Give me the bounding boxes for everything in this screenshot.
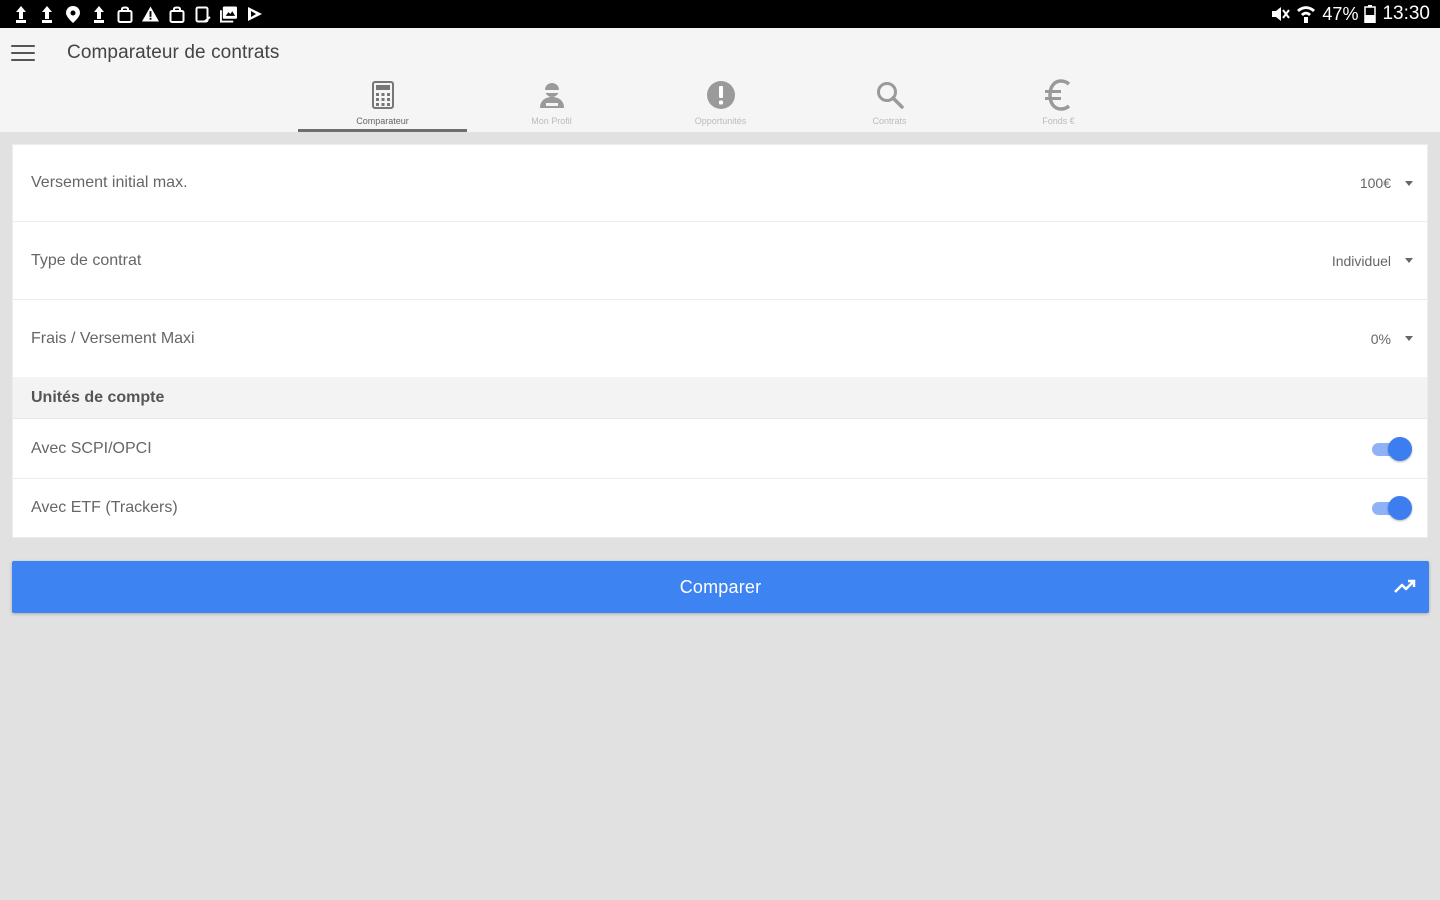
upload-icon: [90, 5, 107, 23]
compare-button-label: Comparer: [679, 576, 762, 597]
upload-icon: [38, 5, 55, 23]
toggle-label: Avec ETF (Trackers): [31, 499, 178, 516]
tab-contrats[interactable]: Contrats: [805, 74, 974, 132]
tab-fonds-euro[interactable]: Fonds €: [974, 74, 1143, 132]
toggle-row-etf-trackers: Avec ETF (Trackers): [13, 479, 1427, 537]
notification-icons: [12, 4, 263, 24]
tablet-icon: [194, 5, 211, 23]
warning-icon: [142, 5, 159, 23]
calculator-icon: [366, 78, 400, 112]
battery-icon: [1364, 5, 1377, 23]
tab-bar: Comparateur Mon Profil Opportunités Cont…: [298, 74, 1143, 132]
field-label: Versement initial max.: [31, 174, 188, 191]
section-title: Unités de compte: [31, 388, 165, 406]
hamburger-icon: [11, 45, 35, 47]
field-label: Frais / Versement Maxi: [31, 329, 195, 347]
clock: 13:30: [1382, 3, 1430, 24]
upload-icon: [12, 5, 29, 23]
system-icons: 47% 13:30: [1270, 3, 1430, 25]
person-icon: [535, 78, 569, 112]
toggle-thumb: [1388, 436, 1412, 461]
filters-card: Versement initial max. 100€ Type de cont…: [12, 144, 1428, 538]
chevron-down-icon: [1405, 336, 1413, 341]
type-contrat-select[interactable]: Individuel: [1332, 253, 1413, 269]
euro-icon: [1042, 78, 1076, 112]
trending-up-icon: [1394, 577, 1416, 597]
compare-button[interactable]: Comparer: [12, 561, 1429, 613]
wifi-icon: [1296, 4, 1316, 24]
tab-opportunites[interactable]: Opportunités: [636, 74, 805, 132]
menu-button[interactable]: [10, 42, 36, 64]
frais-versement-select[interactable]: 0%: [1371, 331, 1413, 347]
tab-label: Opportunités: [694, 116, 747, 126]
select-value: 0%: [1370, 330, 1391, 347]
select-value: 100€: [1359, 175, 1391, 191]
section-header-unites-de-compte: Unités de compte: [13, 377, 1427, 419]
search-icon: [873, 78, 907, 112]
field-type-contrat[interactable]: Type de contrat Individuel: [13, 222, 1427, 300]
app-bar: Comparateur de contrats Comparateur Mon …: [0, 28, 1440, 132]
field-versement-initial[interactable]: Versement initial max. 100€: [13, 145, 1427, 222]
status-bar: 47% 13:30: [0, 0, 1440, 28]
location-pin-icon: [64, 5, 81, 23]
chevron-down-icon: [1405, 180, 1413, 186]
mute-icon: [1270, 5, 1291, 23]
play-store-icon: [246, 5, 263, 23]
battery-percent: 47%: [1322, 3, 1359, 24]
toggle-thumb: [1388, 496, 1412, 520]
tab-label: Comparateur: [356, 116, 409, 126]
chevron-down-icon: [1405, 258, 1413, 263]
shopping-bag-icon: [116, 5, 133, 23]
field-label: Type de contrat: [31, 251, 142, 269]
select-value: Individuel: [1331, 252, 1391, 269]
shopping-bag-icon: [168, 5, 185, 23]
tab-mon-profil[interactable]: Mon Profil: [467, 74, 636, 132]
field-frais-versement[interactable]: Frais / Versement Maxi 0%: [13, 300, 1427, 377]
etf-trackers-toggle[interactable]: [1370, 495, 1412, 521]
tab-comparateur[interactable]: Comparateur: [298, 74, 467, 132]
versement-initial-select[interactable]: 100€: [1360, 175, 1413, 191]
tab-label: Contrats: [872, 116, 907, 126]
page-title: Comparateur de contrats: [67, 42, 280, 63]
tab-label: Mon Profil: [531, 116, 572, 126]
photo-icon: [220, 5, 237, 23]
scpi-opci-toggle[interactable]: [1370, 436, 1412, 462]
toggle-label: Avec SCPI/OPCI: [31, 439, 152, 457]
hamburger-icon-line: [11, 59, 35, 61]
hamburger-icon-line: [11, 52, 35, 54]
tab-label: Fonds €: [1042, 116, 1075, 126]
toggle-row-scpi-opci: Avec SCPI/OPCI: [13, 419, 1427, 479]
alert-circle-icon: [704, 78, 738, 112]
